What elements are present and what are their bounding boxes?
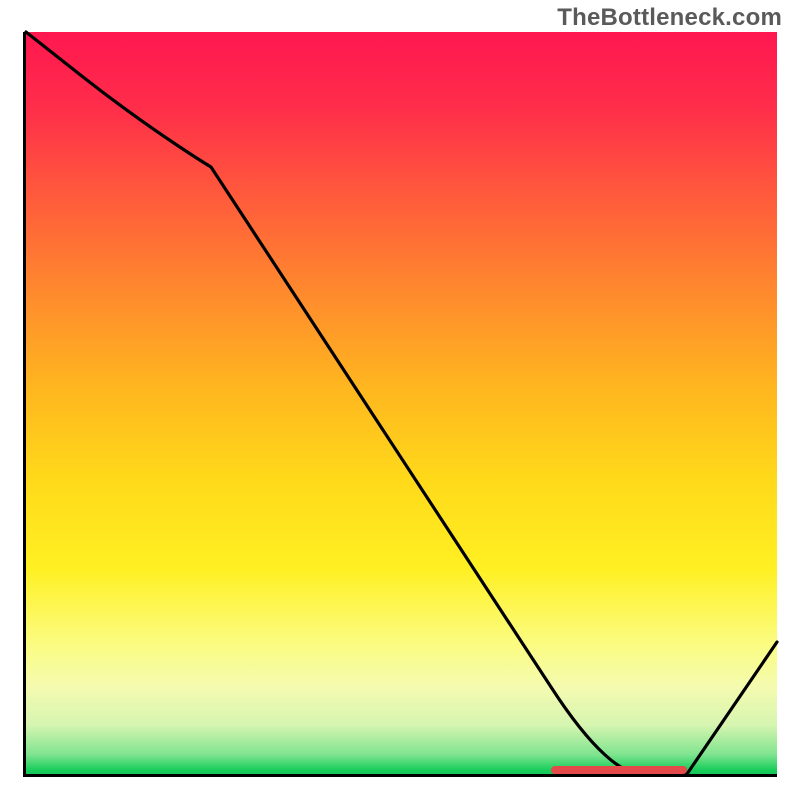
y-axis-line — [23, 32, 26, 777]
bottleneck-curve — [23, 32, 777, 777]
optimal-range-marker — [551, 766, 687, 774]
watermark-text: TheBottleneck.com — [557, 4, 782, 32]
chart-container: TheBottleneck.com — [0, 0, 800, 800]
plot-outer — [23, 32, 777, 777]
x-axis-line — [23, 774, 777, 777]
bottleneck-curve-path — [26, 32, 777, 774]
